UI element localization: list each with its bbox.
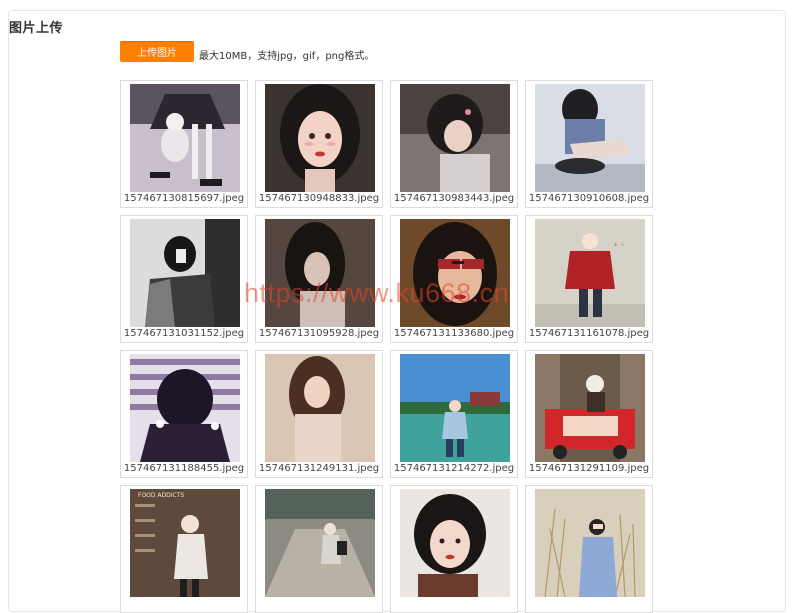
image-card[interactable] bbox=[525, 485, 653, 613]
image-card[interactable]: 157467131214272.jpeg bbox=[390, 350, 518, 478]
image-thumbnail[interactable] bbox=[400, 354, 510, 462]
image-thumbnail[interactable] bbox=[130, 219, 240, 327]
image-card[interactable]: 157467130983443.jpeg bbox=[390, 80, 518, 208]
image-card[interactable]: 157467130815697.jpeg bbox=[120, 80, 248, 208]
page-title: 图片上传 bbox=[9, 21, 64, 36]
image-thumbnail[interactable] bbox=[400, 84, 510, 192]
image-card[interactable]: 157467131133680.jpeg bbox=[390, 215, 518, 343]
image-filename: 157467130910608.jpeg bbox=[528, 193, 650, 204]
image-card[interactable]: 157467131188455.jpeg bbox=[120, 350, 248, 478]
image-filename: 157467131291109.jpeg bbox=[528, 463, 650, 474]
image-filename: 157467131249131.jpeg bbox=[258, 463, 380, 474]
image-card[interactable]: 157467130910608.jpeg bbox=[525, 80, 653, 208]
image-filename: 157467130983443.jpeg bbox=[393, 193, 515, 204]
upload-image-button[interactable]: 上传图片 bbox=[120, 41, 194, 62]
image-card[interactable]: 157467131095928.jpeg bbox=[255, 215, 383, 343]
image-card[interactable]: ✦ ✧ 157467131161078.jpeg bbox=[525, 215, 653, 343]
image-filename: 157467131095928.jpeg bbox=[258, 328, 380, 339]
image-grid: 157467130815697.jpeg 157467130948833.jpe… bbox=[120, 80, 653, 613]
image-thumbnail[interactable] bbox=[265, 489, 375, 597]
image-thumbnail[interactable] bbox=[265, 354, 375, 462]
image-card[interactable]: 157467131291109.jpeg bbox=[525, 350, 653, 478]
image-thumbnail[interactable] bbox=[130, 84, 240, 192]
image-card[interactable]: FOOD ADDICTS bbox=[120, 485, 248, 613]
image-thumbnail[interactable] bbox=[400, 219, 510, 327]
image-thumbnail[interactable] bbox=[400, 489, 510, 597]
image-thumbnail[interactable] bbox=[130, 354, 240, 462]
image-filename: 157467130948833.jpeg bbox=[258, 193, 380, 204]
image-filename: 157467131161078.jpeg bbox=[528, 328, 650, 339]
upload-hint: 最大10MB，支持jpg，gif，png格式。 bbox=[199, 51, 375, 62]
svg-text:FOOD ADDICTS: FOOD ADDICTS bbox=[138, 492, 184, 499]
image-card[interactable] bbox=[255, 485, 383, 613]
svg-text:✦ ✧: ✦ ✧ bbox=[613, 242, 625, 249]
image-thumbnail[interactable] bbox=[535, 489, 645, 597]
image-thumbnail[interactable]: ✦ ✧ bbox=[535, 219, 645, 327]
image-thumbnail[interactable]: FOOD ADDICTS bbox=[130, 489, 240, 597]
image-thumbnail[interactable] bbox=[265, 219, 375, 327]
image-filename: 157467130815697.jpeg bbox=[123, 193, 245, 204]
image-thumbnail[interactable] bbox=[535, 84, 645, 192]
image-card[interactable]: 157467131249131.jpeg bbox=[255, 350, 383, 478]
image-filename: 157467131188455.jpeg bbox=[123, 463, 245, 474]
image-thumbnail[interactable] bbox=[265, 84, 375, 192]
image-thumbnail[interactable] bbox=[535, 354, 645, 462]
image-filename: 157467131133680.jpeg bbox=[393, 328, 515, 339]
image-filename: 157467131214272.jpeg bbox=[393, 463, 515, 474]
image-filename: 157467131031152.jpeg bbox=[123, 328, 245, 339]
image-card[interactable]: 157467131031152.jpeg bbox=[120, 215, 248, 343]
image-card[interactable]: 157467130948833.jpeg bbox=[255, 80, 383, 208]
image-card[interactable] bbox=[390, 485, 518, 613]
